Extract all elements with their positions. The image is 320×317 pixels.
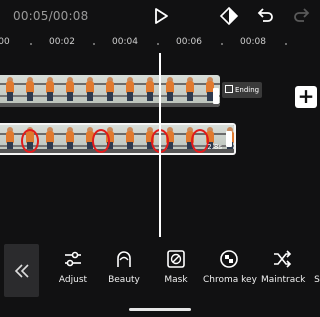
time-display: 00:05/00:08	[13, 9, 89, 23]
clip-thumbnail	[0, 75, 20, 107]
ruler-label: 00:02	[49, 37, 75, 47]
tool-label: Maintrack	[261, 275, 306, 285]
clip-thumbnail	[160, 75, 180, 107]
clip-thumbnail	[180, 75, 200, 107]
ending-label: Ending	[235, 86, 260, 94]
clip-thumbnail	[80, 75, 100, 107]
clip-thumbnail	[60, 75, 80, 107]
undo-icon[interactable]	[255, 6, 275, 26]
tool-label: Beauty	[108, 275, 140, 285]
clip-thumbnail	[60, 125, 80, 153]
add-clip-button[interactable]: +	[295, 86, 317, 108]
clip-thumbnail	[40, 75, 60, 107]
redo-icon[interactable]	[292, 6, 312, 26]
ruler-tick	[285, 43, 287, 45]
clip-thumbnail	[20, 75, 40, 107]
adjust-tool[interactable]: Adjust	[57, 249, 89, 291]
sliders-icon	[65, 251, 81, 267]
clip-thumbnail	[0, 125, 20, 153]
ruler-label: 00:04	[112, 37, 138, 47]
chroma-key-icon	[220, 250, 238, 268]
play-icon[interactable]	[151, 6, 171, 26]
video-clip-track-2[interactable]: 2.8s	[0, 123, 236, 155]
mask-icon	[167, 250, 185, 268]
video-clip-track-1[interactable]	[0, 75, 220, 107]
ruler-tick	[157, 43, 159, 45]
ruler-label: 00	[0, 37, 10, 47]
home-indicator[interactable]	[129, 308, 191, 311]
ruler-tick	[221, 43, 223, 45]
beauty-icon	[117, 251, 131, 267]
ruler-tick	[93, 43, 95, 45]
highlight-circle	[21, 129, 39, 153]
clip-thumbnail	[140, 75, 160, 107]
ending-marker[interactable]: Ending	[222, 82, 263, 98]
clip-trim-handle[interactable]	[213, 88, 219, 104]
keyframe-icon[interactable]	[219, 6, 239, 26]
clip-thumbnail	[40, 125, 60, 153]
shuffle-icon	[274, 250, 292, 268]
ending-icon	[225, 85, 233, 93]
highlight-circle	[92, 129, 110, 153]
ruler-label: 00:08	[240, 37, 266, 47]
timeline-ruler[interactable]: 00 00:02 00:04 00:06 00:08	[0, 33, 320, 53]
ruler-tick	[30, 43, 32, 45]
clip-duration: 2.8s	[207, 143, 222, 151]
tool-label: Adjust	[58, 275, 88, 285]
clip-thumbnail	[120, 125, 140, 153]
mask-tool[interactable]: Mask	[161, 249, 191, 291]
more-tool-partial[interactable]: S	[314, 249, 320, 291]
chroma-key-tool[interactable]: Chroma key	[203, 249, 257, 291]
tool-label: Chroma key	[203, 275, 257, 285]
maintrack-tool[interactable]: Maintrack	[261, 249, 306, 291]
ruler-label: 00:06	[176, 37, 202, 47]
playhead[interactable]	[159, 53, 161, 237]
clip-thumbnail	[120, 75, 140, 107]
tool-label-partial: S	[314, 275, 320, 285]
double-chevron-left-icon	[14, 264, 29, 278]
clip-trim-handle[interactable]	[226, 131, 232, 147]
tool-label: Mask	[164, 275, 188, 285]
collapse-toolbar-button[interactable]	[4, 244, 39, 297]
beauty-tool[interactable]: Beauty	[107, 249, 141, 291]
clip-thumbnail	[100, 75, 120, 107]
